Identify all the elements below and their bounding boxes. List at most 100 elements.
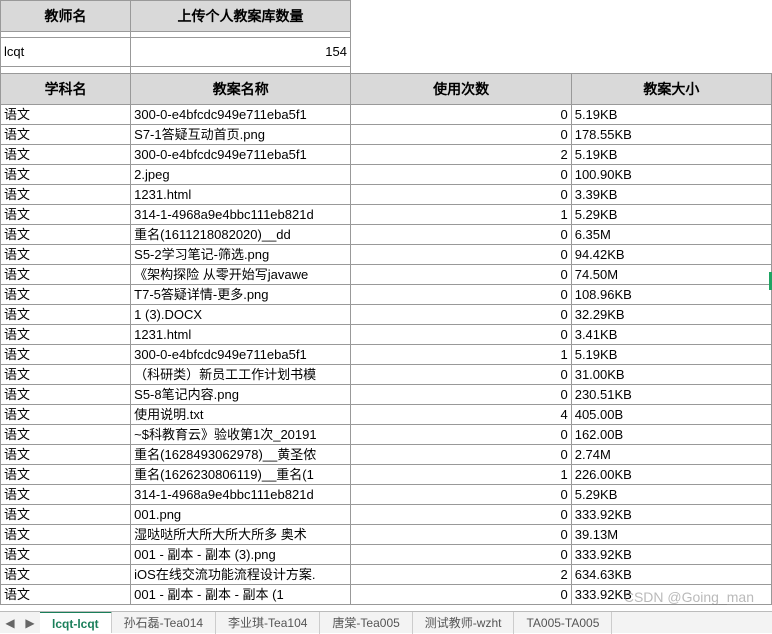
cell-subject[interactable]: 语文 xyxy=(1,284,131,304)
cell-name[interactable]: S5-8笔记内容.png xyxy=(131,384,351,404)
cell-subject[interactable]: 语文 xyxy=(1,264,131,284)
cell-size[interactable]: 3.41KB xyxy=(571,324,771,344)
cell-subject[interactable]: 语文 xyxy=(1,164,131,184)
cell-size[interactable]: 230.51KB xyxy=(571,384,771,404)
cell-name[interactable]: ~$科教育云》验收第1次_20191 xyxy=(131,424,351,444)
cell-subject[interactable]: 语文 xyxy=(1,524,131,544)
cell-count[interactable]: 0 xyxy=(351,504,571,524)
table-row[interactable]: 语文314-1-4968a9e4bbc111eb821d05.29KB xyxy=(1,484,772,504)
cell-subject[interactable]: 语文 xyxy=(1,104,131,124)
cell-count[interactable]: 0 xyxy=(351,244,571,264)
cell-count[interactable]: 0 xyxy=(351,424,571,444)
cell-size[interactable]: 39.13M xyxy=(571,524,771,544)
cell-count[interactable]: 4 xyxy=(351,404,571,424)
cell-name[interactable]: S7-1答疑互动首页.png xyxy=(131,124,351,144)
cell-subject[interactable]: 语文 xyxy=(1,544,131,564)
cell-subject[interactable]: 语文 xyxy=(1,144,131,164)
table-row[interactable]: 语文S7-1答疑互动首页.png0178.55KB xyxy=(1,124,772,144)
table-row[interactable]: 语文300-0-e4bfcdc949e711eba5f125.19KB xyxy=(1,144,772,164)
cell-size[interactable]: 100.90KB xyxy=(571,164,771,184)
table-row[interactable]: 语文iOS在线交流功能流程设计方案.2634.63KB xyxy=(1,564,772,584)
cell-name[interactable]: 重名(1626230806119)__重名(1 xyxy=(131,464,351,484)
cell-size[interactable]: 5.29KB xyxy=(571,484,771,504)
cell-name[interactable]: 001 - 副本 - 副本 - 副本 (1 xyxy=(131,584,351,604)
table-row[interactable]: 语文重名(1611218082020)__dd06.35M xyxy=(1,224,772,244)
cell-count[interactable]: 1 xyxy=(351,464,571,484)
cell-count[interactable]: 0 xyxy=(351,444,571,464)
sheet-tab[interactable]: 测试教师-wzht xyxy=(413,612,515,634)
cell-count[interactable]: 0 xyxy=(351,584,571,604)
cell-name[interactable]: 2.jpeg xyxy=(131,164,351,184)
cell-count[interactable]: 0 xyxy=(351,484,571,504)
cell-count[interactable]: 1 xyxy=(351,204,571,224)
cell-size[interactable]: 108.96KB xyxy=(571,284,771,304)
sheet-tab[interactable]: 李业琪-Tea104 xyxy=(216,612,320,634)
cell-subject[interactable]: 语文 xyxy=(1,584,131,604)
cell-name[interactable]: S5-2学习笔记-筛选.png xyxy=(131,244,351,264)
cell-name[interactable]: T7-5答疑详情-更多.png xyxy=(131,284,351,304)
cell-count[interactable]: 0 xyxy=(351,524,571,544)
cell-subject[interactable]: 语文 xyxy=(1,184,131,204)
cell-name[interactable]: 湿哒哒所大所大所大所多 奥术 xyxy=(131,524,351,544)
cell-name[interactable]: 1231.html xyxy=(131,184,351,204)
cell-subject[interactable]: 语文 xyxy=(1,504,131,524)
table-row[interactable]: 语文重名(1626230806119)__重名(11226.00KB xyxy=(1,464,772,484)
sheet-tab[interactable]: lcqt-lcqt xyxy=(40,612,112,633)
cell-size[interactable]: 5.19KB xyxy=(571,344,771,364)
cell-count[interactable]: 0 xyxy=(351,164,571,184)
table-row[interactable]: 语文（科研类）新员工工作计划书模031.00KB xyxy=(1,364,772,384)
table-row[interactable]: 语文1 (3).DOCX032.29KB xyxy=(1,304,772,324)
cell-count[interactable]: 0 xyxy=(351,124,571,144)
cell-name[interactable]: 300-0-e4bfcdc949e711eba5f1 xyxy=(131,144,351,164)
cell-name[interactable]: 重名(1628493062978)__黄圣侬 xyxy=(131,444,351,464)
table-row[interactable]: 语文1231.html03.41KB xyxy=(1,324,772,344)
cell-count[interactable]: 0 xyxy=(351,224,571,244)
table-row[interactable]: 语文《架构探险 从零开始写javawe074.50M xyxy=(1,264,772,284)
cell-name[interactable]: 001 - 副本 - 副本 (3).png xyxy=(131,544,351,564)
cell-subject[interactable]: 语文 xyxy=(1,124,131,144)
table-row[interactable]: 语文T7-5答疑详情-更多.png0108.96KB xyxy=(1,284,772,304)
table-row[interactable]: 语文使用说明.txt4405.00B xyxy=(1,404,772,424)
cell-count[interactable]: 0 xyxy=(351,184,571,204)
cell-size[interactable]: 74.50M xyxy=(571,264,771,284)
table-row[interactable]: 语文001 - 副本 - 副本 - 副本 (10333.92KB xyxy=(1,584,772,604)
cell-count[interactable]: 0 xyxy=(351,104,571,124)
cell-name[interactable]: 使用说明.txt xyxy=(131,404,351,424)
cell-name[interactable]: 1 (3).DOCX xyxy=(131,304,351,324)
cell-subject[interactable]: 语文 xyxy=(1,344,131,364)
cell-size[interactable]: 94.42KB xyxy=(571,244,771,264)
cell-name[interactable]: 314-1-4968a9e4bbc111eb821d xyxy=(131,204,351,224)
cell-teacher-name[interactable]: lcqt xyxy=(1,38,131,67)
cell-subject[interactable]: 语文 xyxy=(1,424,131,444)
cell-size[interactable]: 226.00KB xyxy=(571,464,771,484)
cell-count[interactable]: 0 xyxy=(351,324,571,344)
cell-size[interactable]: 333.92KB xyxy=(571,504,771,524)
cell-size[interactable]: 2.74M xyxy=(571,444,771,464)
cell-name[interactable]: 001.png xyxy=(131,504,351,524)
table-row[interactable]: 语文S5-8笔记内容.png0230.51KB xyxy=(1,384,772,404)
cell-name[interactable]: （科研类）新员工工作计划书模 xyxy=(131,364,351,384)
cell-name[interactable]: 314-1-4968a9e4bbc111eb821d xyxy=(131,484,351,504)
cell-subject[interactable]: 语文 xyxy=(1,224,131,244)
cell-count[interactable]: 0 xyxy=(351,364,571,384)
cell-subject[interactable]: 语文 xyxy=(1,364,131,384)
table-row[interactable]: 语文300-0-e4bfcdc949e711eba5f115.19KB xyxy=(1,344,772,364)
table-row[interactable]: 语文湿哒哒所大所大所大所多 奥术039.13M xyxy=(1,524,772,544)
cell-size[interactable]: 6.35M xyxy=(571,224,771,244)
tab-next-button[interactable]: ▶ xyxy=(20,616,40,630)
cell-subject[interactable]: 语文 xyxy=(1,304,131,324)
table-row[interactable]: 语文2.jpeg0100.90KB xyxy=(1,164,772,184)
cell-size[interactable]: 31.00KB xyxy=(571,364,771,384)
cell-subject[interactable]: 语文 xyxy=(1,244,131,264)
sheet-tab[interactable]: TA005-TA005 xyxy=(514,612,612,634)
cell-name[interactable]: iOS在线交流功能流程设计方案. xyxy=(131,564,351,584)
cell-count[interactable]: 0 xyxy=(351,264,571,284)
cell-size[interactable]: 5.29KB xyxy=(571,204,771,224)
cell-upload-count[interactable]: 154 xyxy=(131,38,351,67)
cell-size[interactable]: 405.00B xyxy=(571,404,771,424)
table-row[interactable]: 语文001.png0333.92KB xyxy=(1,504,772,524)
cell-count[interactable]: 0 xyxy=(351,544,571,564)
table-row[interactable]: 语文S5-2学习笔记-筛选.png094.42KB xyxy=(1,244,772,264)
sheet-tab[interactable]: 孙石磊-Tea014 xyxy=(112,612,216,634)
cell-subject[interactable]: 语文 xyxy=(1,444,131,464)
